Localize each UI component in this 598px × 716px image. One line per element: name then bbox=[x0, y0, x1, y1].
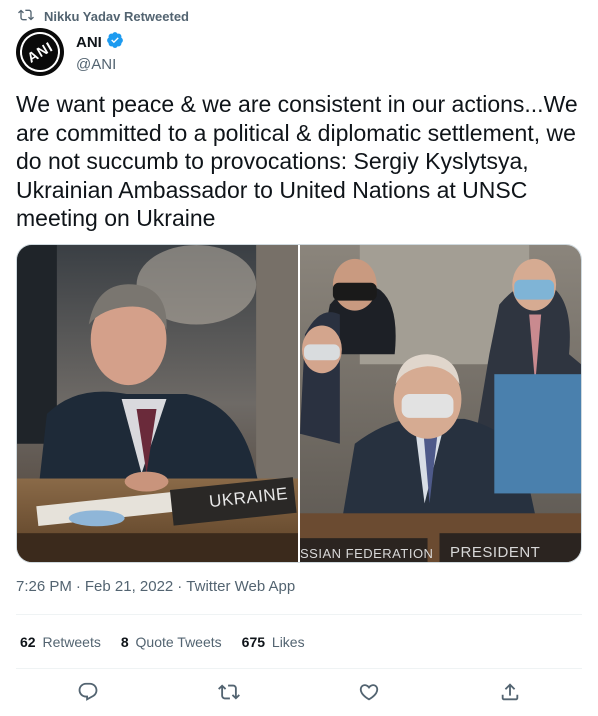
photo-ukraine-scene bbox=[17, 245, 298, 562]
tweet-stats: 62 Retweets 8 Quote Tweets 675 Likes bbox=[20, 634, 305, 650]
tweet-meta: 7:26 PM · Feb 21, 2022 · Twitter Web App bbox=[16, 578, 295, 595]
photo-ukraine-ambassador[interactable]: UKRAINE bbox=[17, 245, 298, 562]
photo-russia-scene bbox=[300, 245, 581, 562]
placard-russian-federation: SSIAN FEDERATION bbox=[300, 546, 434, 561]
retweet-icon bbox=[16, 7, 34, 26]
avatar-logo-text: ANI bbox=[24, 38, 56, 66]
author-handle[interactable]: @ANI bbox=[76, 56, 124, 73]
tweet-media: UKRAINE SSIAN FEDERATION PRESIDENT bbox=[16, 244, 582, 563]
tweet-date[interactable]: Feb 21, 2022 bbox=[85, 578, 173, 595]
retweets-label: Retweets bbox=[42, 634, 101, 650]
share-icon bbox=[499, 681, 521, 708]
tweet-text: We want peace & we are consistent in our… bbox=[16, 91, 578, 231]
likes-count: 675 bbox=[241, 634, 266, 650]
tweet-source[interactable]: Twitter Web App bbox=[186, 578, 295, 595]
photo-russian-ambassador[interactable]: SSIAN FEDERATION PRESIDENT bbox=[300, 245, 581, 562]
divider-bottom bbox=[16, 668, 582, 669]
divider-top bbox=[16, 614, 582, 615]
verified-badge-icon bbox=[106, 31, 124, 54]
quote-tweets-count: 8 bbox=[120, 634, 129, 650]
tweet-time[interactable]: 7:26 PM bbox=[16, 578, 72, 595]
tweet-author: ANI ANI @ANI bbox=[16, 28, 124, 76]
retweets-stat[interactable]: 62 Retweets bbox=[20, 634, 101, 650]
retweets-count: 62 bbox=[20, 634, 36, 650]
avatar[interactable]: ANI bbox=[16, 28, 64, 76]
like-icon bbox=[358, 681, 380, 708]
meta-separator: · bbox=[75, 578, 81, 595]
author-display-name[interactable]: ANI bbox=[76, 34, 102, 51]
quote-tweets-label: Quote Tweets bbox=[135, 634, 222, 650]
retweet-context-label: Nikku Yadav Retweeted bbox=[44, 8, 189, 24]
quote-tweets-stat[interactable]: 8 Quote Tweets bbox=[121, 634, 222, 650]
likes-stat[interactable]: 675 Likes bbox=[242, 634, 305, 650]
placard-president: PRESIDENT bbox=[450, 544, 541, 561]
retweet-context[interactable]: Nikku Yadav Retweeted bbox=[16, 6, 189, 26]
reply-icon bbox=[77, 681, 99, 708]
name-row: ANI bbox=[76, 31, 124, 54]
ani-logo: ANI bbox=[16, 28, 64, 76]
share-button[interactable] bbox=[496, 680, 524, 708]
tweet-actions bbox=[0, 676, 598, 712]
retweet-icon bbox=[218, 681, 240, 708]
like-button[interactable] bbox=[355, 680, 383, 708]
reply-button[interactable] bbox=[74, 680, 102, 708]
likes-label: Likes bbox=[271, 634, 305, 650]
author-info: ANI @ANI bbox=[76, 31, 124, 73]
retweet-button[interactable] bbox=[215, 680, 243, 708]
meta-separator: · bbox=[177, 578, 183, 595]
